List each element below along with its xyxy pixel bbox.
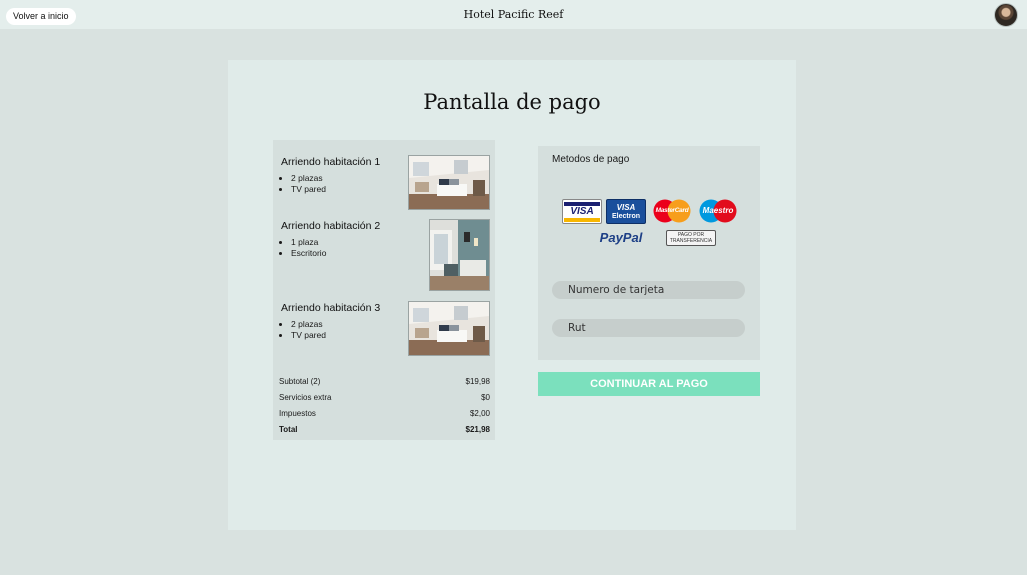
totals-value: $0 xyxy=(481,393,490,402)
card-number-input[interactable] xyxy=(552,281,745,299)
bank-transfer-icon[interactable]: PAGO POR TRANSFERENCIA xyxy=(666,230,716,246)
totals-value: $21,98 xyxy=(465,425,490,434)
order-summary: Arriendo habitación 1 2 plazas TV pared xyxy=(273,140,495,440)
totals-row-total: Total $21,98 xyxy=(279,424,490,440)
room-photo-2 xyxy=(429,219,490,291)
paypal-icon[interactable]: PayPal xyxy=(594,226,648,248)
visa-electron-bottom-label: Electron xyxy=(611,212,640,220)
visa-electron-card-icon[interactable]: VISA Electron xyxy=(606,199,646,224)
totals-value: $19,98 xyxy=(465,377,490,386)
mastercard-card-icon[interactable]: MasterCard xyxy=(652,199,692,223)
top-bar: Volver a inicio Hotel Pacific Reef xyxy=(0,0,1027,29)
maestro-label: Maestro xyxy=(702,206,734,215)
paypal-label: PayPal xyxy=(599,229,643,245)
payment-methods-title: Metodos de pago xyxy=(552,154,630,165)
totals-label: Impuestos xyxy=(279,409,316,418)
totals-row-extra-services: Servicios extra $0 xyxy=(279,392,490,408)
totals-label: Servicios extra xyxy=(279,393,332,402)
visa-label: VISA xyxy=(570,205,594,217)
maestro-card-icon[interactable]: Maestro xyxy=(698,199,738,223)
payment-methods-box: Metodos de pago VISA VISA Electron Maste… xyxy=(538,146,760,360)
price-totals: Subtotal (2) $19,98 Servicios extra $0 I… xyxy=(279,376,490,440)
continue-to-payment-button[interactable]: CONTINUAR AL PAGO xyxy=(538,372,760,396)
transfer-bottom-label: TRANSFERENCIA xyxy=(669,238,713,244)
rut-input[interactable] xyxy=(552,319,745,337)
totals-row-subtotal: Subtotal (2) $19,98 xyxy=(279,376,490,392)
room-photo-3 xyxy=(408,301,490,356)
totals-label: Total xyxy=(279,425,298,434)
totals-row-taxes: Impuestos $2,00 xyxy=(279,408,490,424)
payment-panel: Pantalla de pago Arriendo habitación 1 2… xyxy=(228,60,796,530)
visa-card-icon[interactable]: VISA xyxy=(562,199,602,224)
room-photo-1 xyxy=(408,155,490,210)
hotel-name: Hotel Pacific Reef xyxy=(463,8,564,21)
mastercard-label: MasterCard xyxy=(655,207,689,214)
page-title: Pantalla de pago xyxy=(423,90,601,114)
totals-label: Subtotal (2) xyxy=(279,377,321,386)
visa-electron-top-label: VISA xyxy=(616,202,636,212)
user-avatar-icon[interactable] xyxy=(994,3,1018,27)
totals-value: $2,00 xyxy=(469,409,490,418)
